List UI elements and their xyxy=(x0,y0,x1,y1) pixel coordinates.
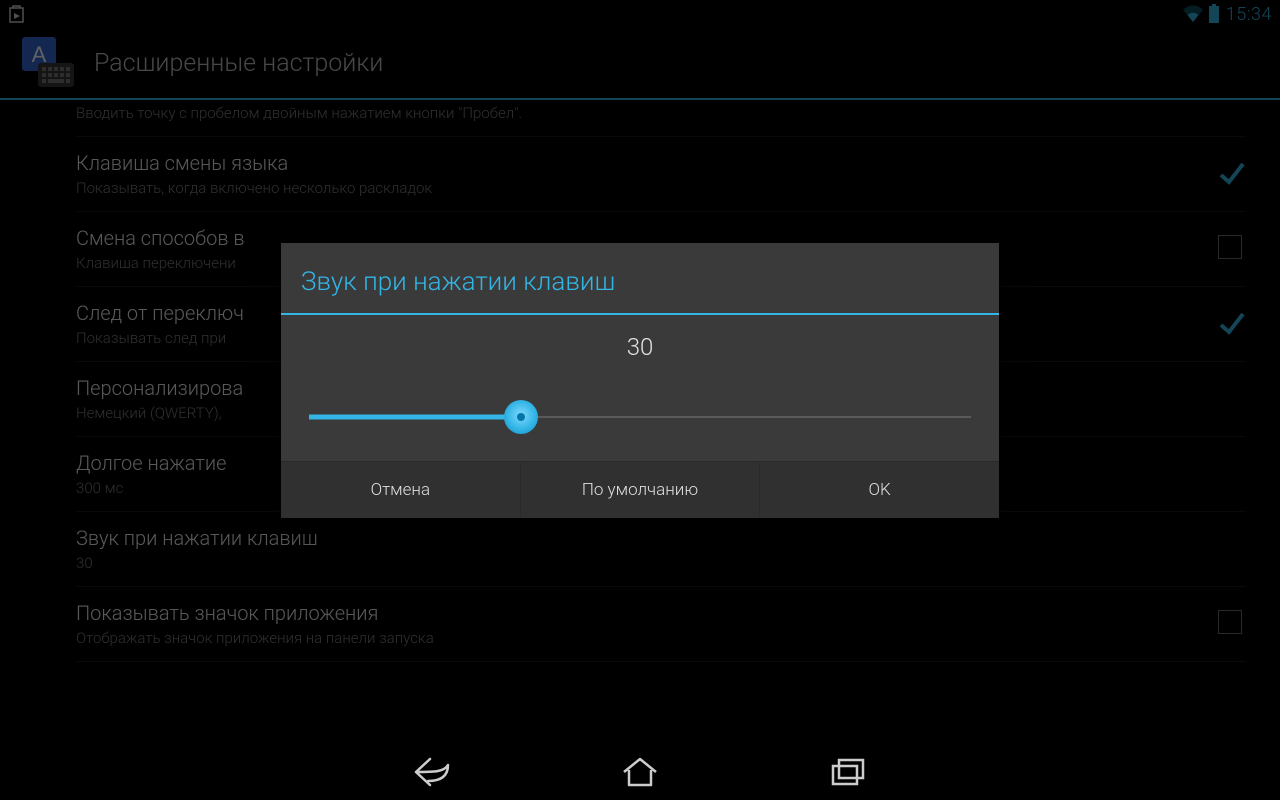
dialog-body: 30 xyxy=(281,315,999,461)
slider-track-active xyxy=(309,415,521,420)
back-button[interactable] xyxy=(408,748,456,796)
volume-slider[interactable] xyxy=(309,397,971,437)
recent-apps-button[interactable] xyxy=(824,748,872,796)
slider-value-readout: 30 xyxy=(309,333,971,361)
default-button[interactable]: По умолчанию xyxy=(521,462,761,518)
slider-thumb[interactable] xyxy=(504,400,538,434)
home-button[interactable] xyxy=(616,748,664,796)
keypress-sound-dialog: Звук при нажатии клавиш 30 Отмена По умо… xyxy=(281,243,999,518)
dialog-button-row: Отмена По умолчанию OK xyxy=(281,461,999,518)
dialog-title: Звук при нажатии клавиш xyxy=(281,243,999,315)
cancel-button[interactable]: Отмена xyxy=(281,462,521,518)
system-nav-bar xyxy=(0,744,1280,800)
ok-button[interactable]: OK xyxy=(760,462,999,518)
